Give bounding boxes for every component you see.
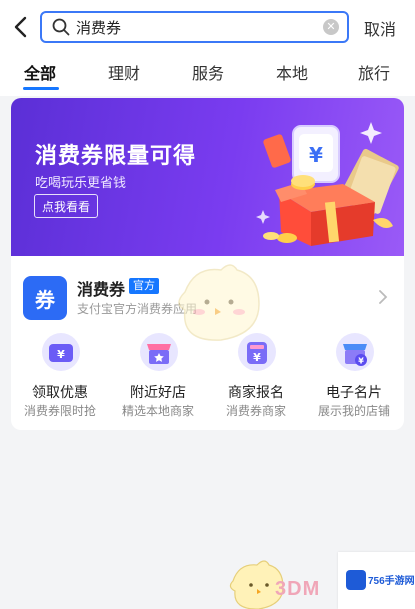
- service-sublabel: 精选本地商家: [121, 404, 194, 418]
- banner-button[interactable]: 点我看看: [34, 194, 98, 218]
- banner-title: 消费券限量可得: [35, 143, 197, 168]
- service-item[interactable]: ¥ 电子名片 展示我的店铺: [305, 332, 403, 422]
- chevron-right-icon[interactable]: [377, 290, 389, 304]
- search-value[interactable]: 消费券: [76, 17, 323, 38]
- site-logo-text: 756手游网: [368, 576, 415, 587]
- site-logo-icon: [346, 570, 366, 590]
- service-sublabel: 展示我的店铺: [317, 404, 390, 418]
- coupon-icon: ¥: [42, 333, 80, 371]
- coupon-app-icon[interactable]: 券: [23, 276, 67, 320]
- yuan-icon: ¥: [309, 143, 323, 167]
- tab-all[interactable]: 全部: [24, 60, 56, 84]
- service-label: 附近好店: [130, 384, 186, 400]
- site-watermark-logo: 756手游网: [338, 552, 415, 609]
- official-badge: 官方: [129, 278, 159, 294]
- search-icon: [52, 18, 70, 36]
- watermark-text: 3DM: [275, 578, 321, 600]
- service-label: 领取优惠: [32, 384, 88, 400]
- tab-service[interactable]: 服务: [192, 60, 224, 84]
- service-label: 商家报名: [228, 384, 284, 400]
- chick-watermark: [178, 264, 260, 341]
- banner-subtitle: 吃喝玩乐更省钱: [35, 175, 127, 190]
- tab-finance[interactable]: 理财: [108, 60, 140, 84]
- promo-banner[interactable]: 消费券限量可得 吃喝玩乐更省钱 点我看看 ¥: [11, 98, 404, 256]
- back-button[interactable]: [8, 12, 32, 42]
- active-tab-indicator: [23, 87, 59, 90]
- service-sublabel: 消费券商家: [225, 404, 286, 418]
- tab-travel[interactable]: 旅行: [358, 60, 390, 84]
- service-label: 电子名片: [326, 384, 382, 400]
- chevron-left-icon: [14, 16, 27, 38]
- tab-local[interactable]: 本地: [276, 60, 308, 84]
- app-name: 消费券: [77, 282, 126, 299]
- business-card-icon: ¥: [336, 333, 374, 371]
- clear-icon[interactable]: ✕: [323, 19, 339, 35]
- cancel-button[interactable]: 取消: [364, 16, 396, 40]
- service-item[interactable]: ¥ 领取优惠 消费券限时抢: [11, 332, 109, 422]
- svg-text:¥: ¥: [358, 357, 364, 366]
- gift-box-illustration: ¥: [256, 122, 399, 246]
- service-sublabel: 消费券限时抢: [23, 404, 96, 418]
- svg-text:¥: ¥: [57, 348, 65, 361]
- svg-text:¥: ¥: [253, 351, 261, 364]
- search-input[interactable]: 消费券 ✕: [40, 11, 349, 43]
- header: 消费券 ✕ 取消 全部 理财 服务 本地 旅行: [0, 0, 415, 96]
- category-tabs: 全部 理财 服务 本地 旅行: [0, 58, 415, 94]
